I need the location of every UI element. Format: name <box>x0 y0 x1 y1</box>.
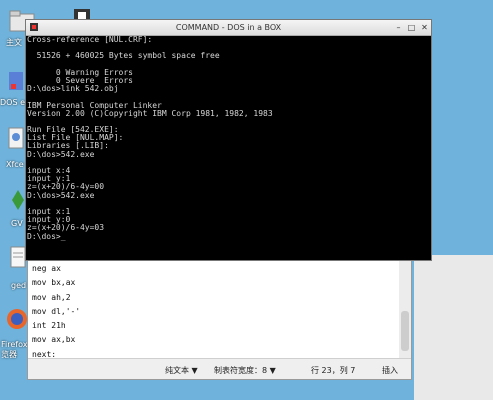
window-titlebar[interactable]: COMMAND - DOS in a BOX – □ ✕ <box>26 20 431 36</box>
firefox-label-line2: 览器 <box>1 350 17 359</box>
console-line: Cross-reference [NUL.CRF]: <box>27 36 153 44</box>
editor-line: mov bx,ax <box>32 278 76 288</box>
maximize-button[interactable]: □ <box>406 22 417 33</box>
home-folder-label: 主文 <box>6 38 22 47</box>
xfce-label: Xfce <box>6 160 24 169</box>
console-line: D:\dos>542.exe <box>27 149 95 159</box>
console-line: z=(x+20)/6-4y=03 <box>27 223 105 233</box>
background-window-strip <box>414 255 493 400</box>
console-line: Version 2.00 (C)Copyright IBM Corp 1981,… <box>27 108 273 118</box>
scrollbar-thumb[interactable] <box>401 311 409 351</box>
editor-line: neg ax <box>32 264 61 273</box>
editor-line: mov ah,2 <box>32 292 71 302</box>
console-line: D:\dos>link 542.obj <box>27 84 119 94</box>
insert-mode: 插入 <box>382 366 398 375</box>
console-line: D:\dos>_ <box>27 231 66 241</box>
console-line: 51526 + 460025 Bytes symbol space free <box>27 51 220 61</box>
gvim-label: GV <box>11 219 23 228</box>
console-line: input x:1 <box>27 206 71 216</box>
language-selector[interactable]: 纯文本 ▼ <box>165 365 198 376</box>
tab-width-label: 制表符宽度：8 <box>214 366 268 375</box>
window-title: COMMAND - DOS in a BOX <box>175 23 282 32</box>
tab-width-selector[interactable]: 制表符宽度：8 ▼ <box>214 365 276 376</box>
console-line: input x:4 <box>27 166 71 175</box>
editor-scrollbar[interactable] <box>399 256 411 359</box>
editor-line: mov ax,bx <box>32 335 76 345</box>
language-label: 纯文本 <box>165 366 189 375</box>
editor-status-bar: 纯文本 ▼ 制表符宽度：8 ▼ 行 23，列 7 插入 <box>28 358 411 379</box>
chevron-down-icon: ▼ <box>269 366 276 375</box>
console-line: D:\dos>542.exe <box>27 190 95 200</box>
dosbox-window[interactable]: COMMAND - DOS in a BOX – □ ✕ Cross-refer… <box>25 19 432 261</box>
editor-line: mov dl,'-' <box>32 306 81 316</box>
gedit-label: ged <box>11 281 27 290</box>
chevron-down-icon: ▼ <box>191 366 198 375</box>
cursor-position: 行 23，列 7 <box>311 366 356 375</box>
dos-console[interactable]: Cross-reference [NUL.CRF]: 51526 + 46002… <box>26 36 431 260</box>
editor-line: int 21h <box>32 321 66 331</box>
minimize-button[interactable]: – <box>393 22 404 33</box>
text-editor-window[interactable]: neg ax mov bx,ax mov ah,2 mov dl,'-' int… <box>27 255 412 380</box>
close-button[interactable]: ✕ <box>419 22 430 33</box>
